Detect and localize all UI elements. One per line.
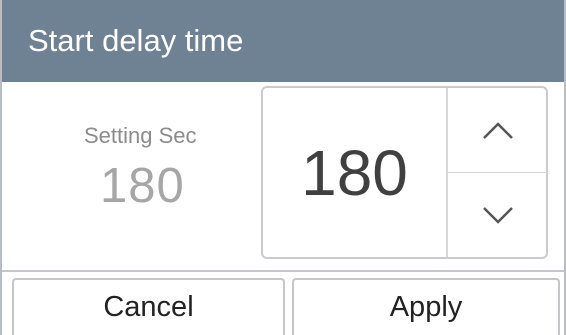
decrement-button[interactable] (448, 173, 548, 257)
cancel-button[interactable]: Cancel (12, 278, 285, 335)
apply-button[interactable]: Apply (292, 278, 560, 335)
increment-button[interactable] (448, 88, 548, 173)
chevron-up-icon (483, 122, 513, 139)
setting-label: Setting Sec (84, 123, 197, 148)
stepper-value[interactable]: 180 (263, 88, 446, 257)
stepper-buttons (446, 88, 548, 257)
delay-stepper: 180 (261, 86, 548, 259)
dialog-title: Start delay time (28, 23, 244, 58)
chevron-down-icon (483, 207, 513, 224)
dialog-title-bar: Start delay time (2, 0, 564, 82)
current-setting-value: 180 (100, 159, 185, 213)
footer-divider (2, 270, 564, 272)
start-delay-dialog: Start delay time Setting Sec 180 180 Can… (0, 0, 566, 335)
